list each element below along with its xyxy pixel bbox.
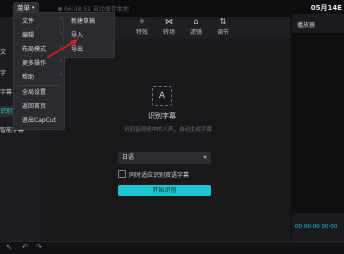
annotation-arrow-icon [47,39,78,58]
